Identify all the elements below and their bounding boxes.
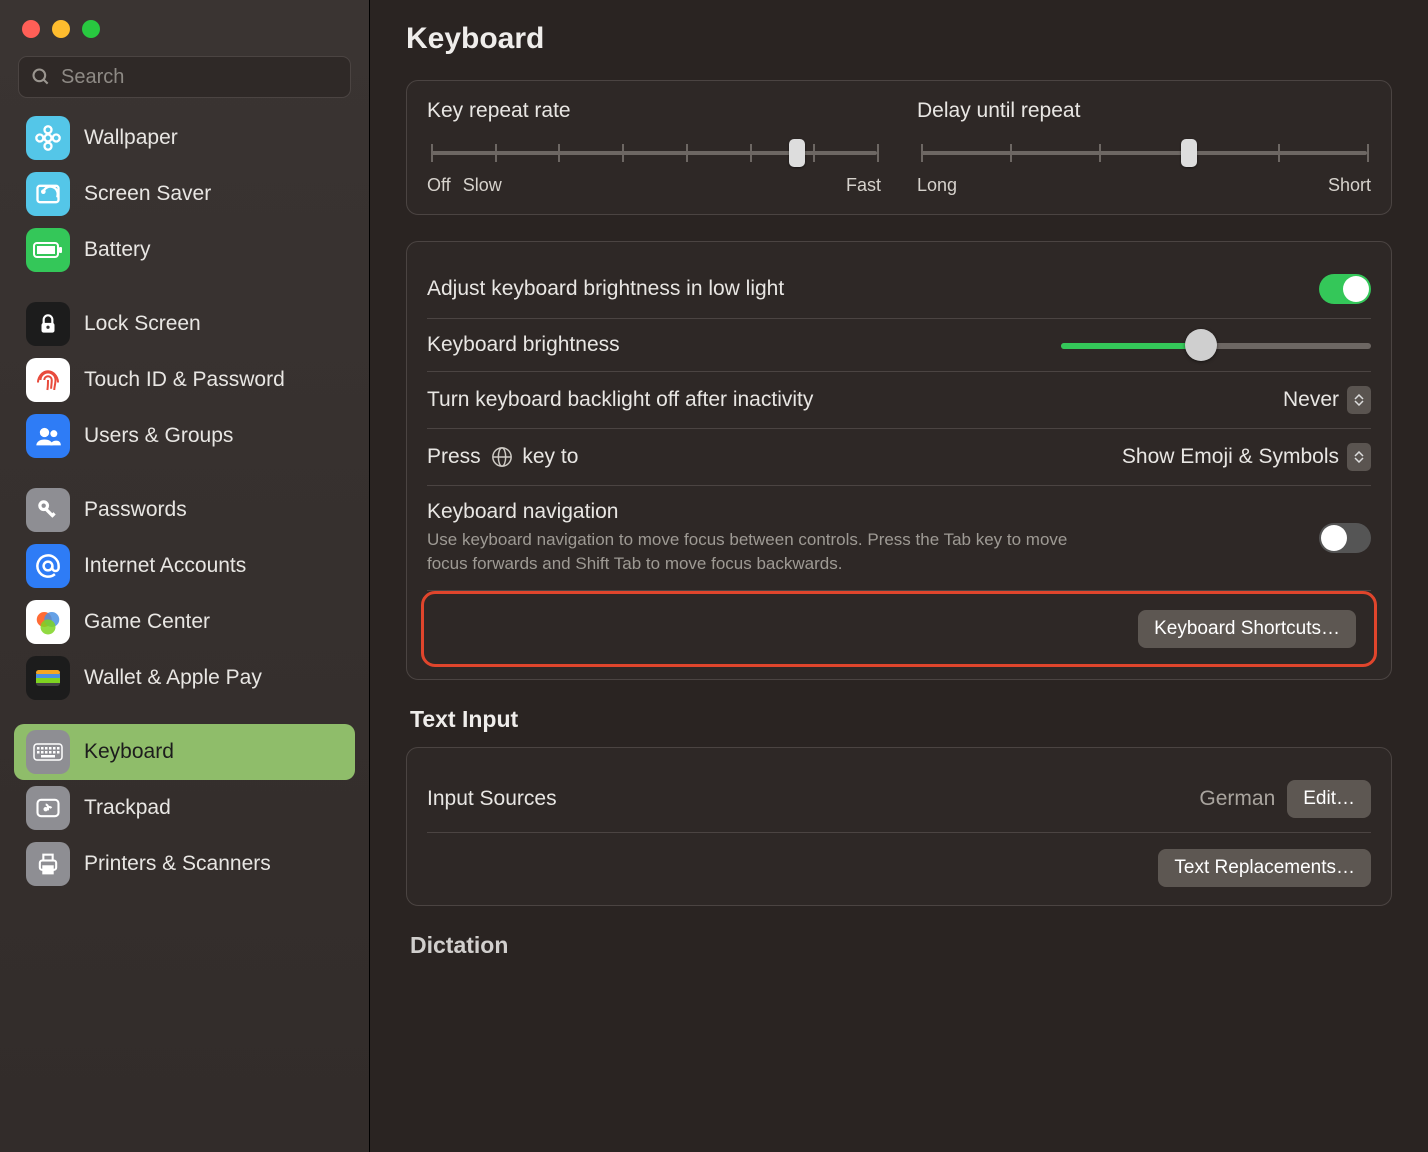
keyboard-shortcuts-highlight: Keyboard Shortcuts… [421, 591, 1377, 667]
input-sources-label: Input Sources [427, 787, 557, 811]
key-repeat-label: Key repeat rate [427, 99, 881, 123]
text-input-heading: Text Input [410, 706, 1392, 733]
brightness-auto-toggle[interactable] [1319, 274, 1371, 304]
input-sources-value: German [1199, 787, 1275, 811]
sidebar-item-wallet[interactable]: Wallet & Apple Pay [14, 650, 355, 706]
battery-icon [26, 228, 70, 272]
key-icon [26, 488, 70, 532]
sidebar-item-label: Battery [84, 238, 151, 262]
sidebar-item-screen-saver[interactable]: Screen Saver [14, 166, 355, 222]
globe-key-label: Press key to [427, 445, 578, 469]
backlight-off-select[interactable]: Never [1283, 386, 1371, 414]
backlight-off-label: Turn keyboard backlight off after inacti… [427, 388, 813, 412]
sidebar-item-label: Printers & Scanners [84, 852, 271, 876]
keyboard-icon [26, 730, 70, 774]
globe-icon [491, 446, 513, 468]
sidebar-item-users-groups[interactable]: Users & Groups [14, 408, 355, 464]
sidebar-item-game-center[interactable]: Game Center [14, 594, 355, 650]
search-input[interactable] [61, 66, 338, 89]
keyboard-nav-label: Keyboard navigation [427, 500, 1107, 524]
page-title: Keyboard [406, 22, 1392, 56]
close-window-button[interactable] [22, 20, 40, 38]
repeat-panel: Key repeat rate Off Slow Fast Delay unti… [406, 80, 1392, 215]
key-repeat-slow-label: Slow [463, 175, 502, 196]
keyboard-nav-toggle[interactable] [1319, 523, 1371, 553]
sidebar-item-label: Wallet & Apple Pay [84, 666, 262, 690]
globe-key-value: Show Emoji & Symbols [1122, 445, 1339, 469]
delay-repeat-label: Delay until repeat [917, 99, 1371, 123]
window-controls [0, 10, 369, 56]
sidebar-item-label: Touch ID & Password [84, 368, 285, 392]
key-repeat-slider[interactable] [431, 141, 877, 165]
keyboard-settings-panel: Adjust keyboard brightness in low light … [406, 241, 1392, 680]
flower-icon [26, 116, 70, 160]
keyboard-nav-desc: Use keyboard navigation to move focus be… [427, 528, 1107, 576]
printer-icon [26, 842, 70, 886]
sidebar-item-label: Wallpaper [84, 126, 178, 150]
chevron-up-down-icon [1347, 386, 1371, 414]
sidebar-item-label: Screen Saver [84, 182, 211, 206]
sidebar-item-label: Lock Screen [84, 312, 201, 336]
delay-long-label: Long [917, 175, 957, 196]
text-replacements-button[interactable]: Text Replacements… [1158, 849, 1371, 887]
users-icon [26, 414, 70, 458]
text-input-panel: Input Sources German Edit… Text Replacem… [406, 747, 1392, 906]
sidebar-item-internet-accounts[interactable]: Internet Accounts [14, 538, 355, 594]
minimize-window-button[interactable] [52, 20, 70, 38]
sidebar-item-wallpaper[interactable]: Wallpaper [14, 110, 355, 166]
sidebar-item-printers[interactable]: Printers & Scanners [14, 836, 355, 892]
brightness-label: Keyboard brightness [427, 333, 620, 357]
screensaver-icon [26, 172, 70, 216]
sidebar-item-label: Passwords [84, 498, 187, 522]
search-box[interactable] [18, 56, 351, 98]
sidebar-item-battery[interactable]: Battery [14, 222, 355, 278]
sidebar-item-passwords[interactable]: Passwords [14, 482, 355, 538]
sidebar-item-label: Trackpad [84, 796, 171, 820]
delay-repeat-slider[interactable] [921, 141, 1367, 165]
chevron-up-down-icon [1347, 443, 1371, 471]
fingerprint-icon [26, 358, 70, 402]
dictation-heading: Dictation [410, 932, 1392, 959]
brightness-auto-label: Adjust keyboard brightness in low light [427, 277, 784, 301]
delay-repeat-block: Delay until repeat Long Short [917, 99, 1371, 196]
backlight-off-value: Never [1283, 388, 1339, 412]
keyboard-shortcuts-button[interactable]: Keyboard Shortcuts… [1138, 610, 1356, 648]
at-icon [26, 544, 70, 588]
sidebar-item-lock-screen[interactable]: Lock Screen [14, 296, 355, 352]
globe-key-select[interactable]: Show Emoji & Symbols [1122, 443, 1371, 471]
search-icon [31, 67, 51, 87]
main-content: Keyboard Key repeat rate Off Slow Fast D… [370, 0, 1428, 1152]
wallet-icon [26, 656, 70, 700]
delay-short-label: Short [1328, 175, 1371, 196]
sidebar-item-label: Users & Groups [84, 424, 233, 448]
key-repeat-fast-label: Fast [846, 175, 881, 196]
input-sources-edit-button[interactable]: Edit… [1287, 780, 1371, 818]
key-repeat-off-label: Off [427, 175, 451, 196]
key-repeat-block: Key repeat rate Off Slow Fast [427, 99, 881, 196]
sidebar-item-keyboard[interactable]: Keyboard [14, 724, 355, 780]
trackpad-icon [26, 786, 70, 830]
sidebar: Wallpaper Screen Saver Battery Lock Screen T… [0, 0, 370, 1152]
sidebar-item-touch-id[interactable]: Touch ID & Password [14, 352, 355, 408]
brightness-slider[interactable] [1061, 333, 1371, 357]
sidebar-item-label: Game Center [84, 610, 210, 634]
sidebar-item-trackpad[interactable]: Trackpad [14, 780, 355, 836]
sidebar-item-label: Keyboard [84, 740, 174, 764]
lock-icon [26, 302, 70, 346]
sidebar-item-label: Internet Accounts [84, 554, 246, 578]
gamecenter-icon [26, 600, 70, 644]
fullscreen-window-button[interactable] [82, 20, 100, 38]
